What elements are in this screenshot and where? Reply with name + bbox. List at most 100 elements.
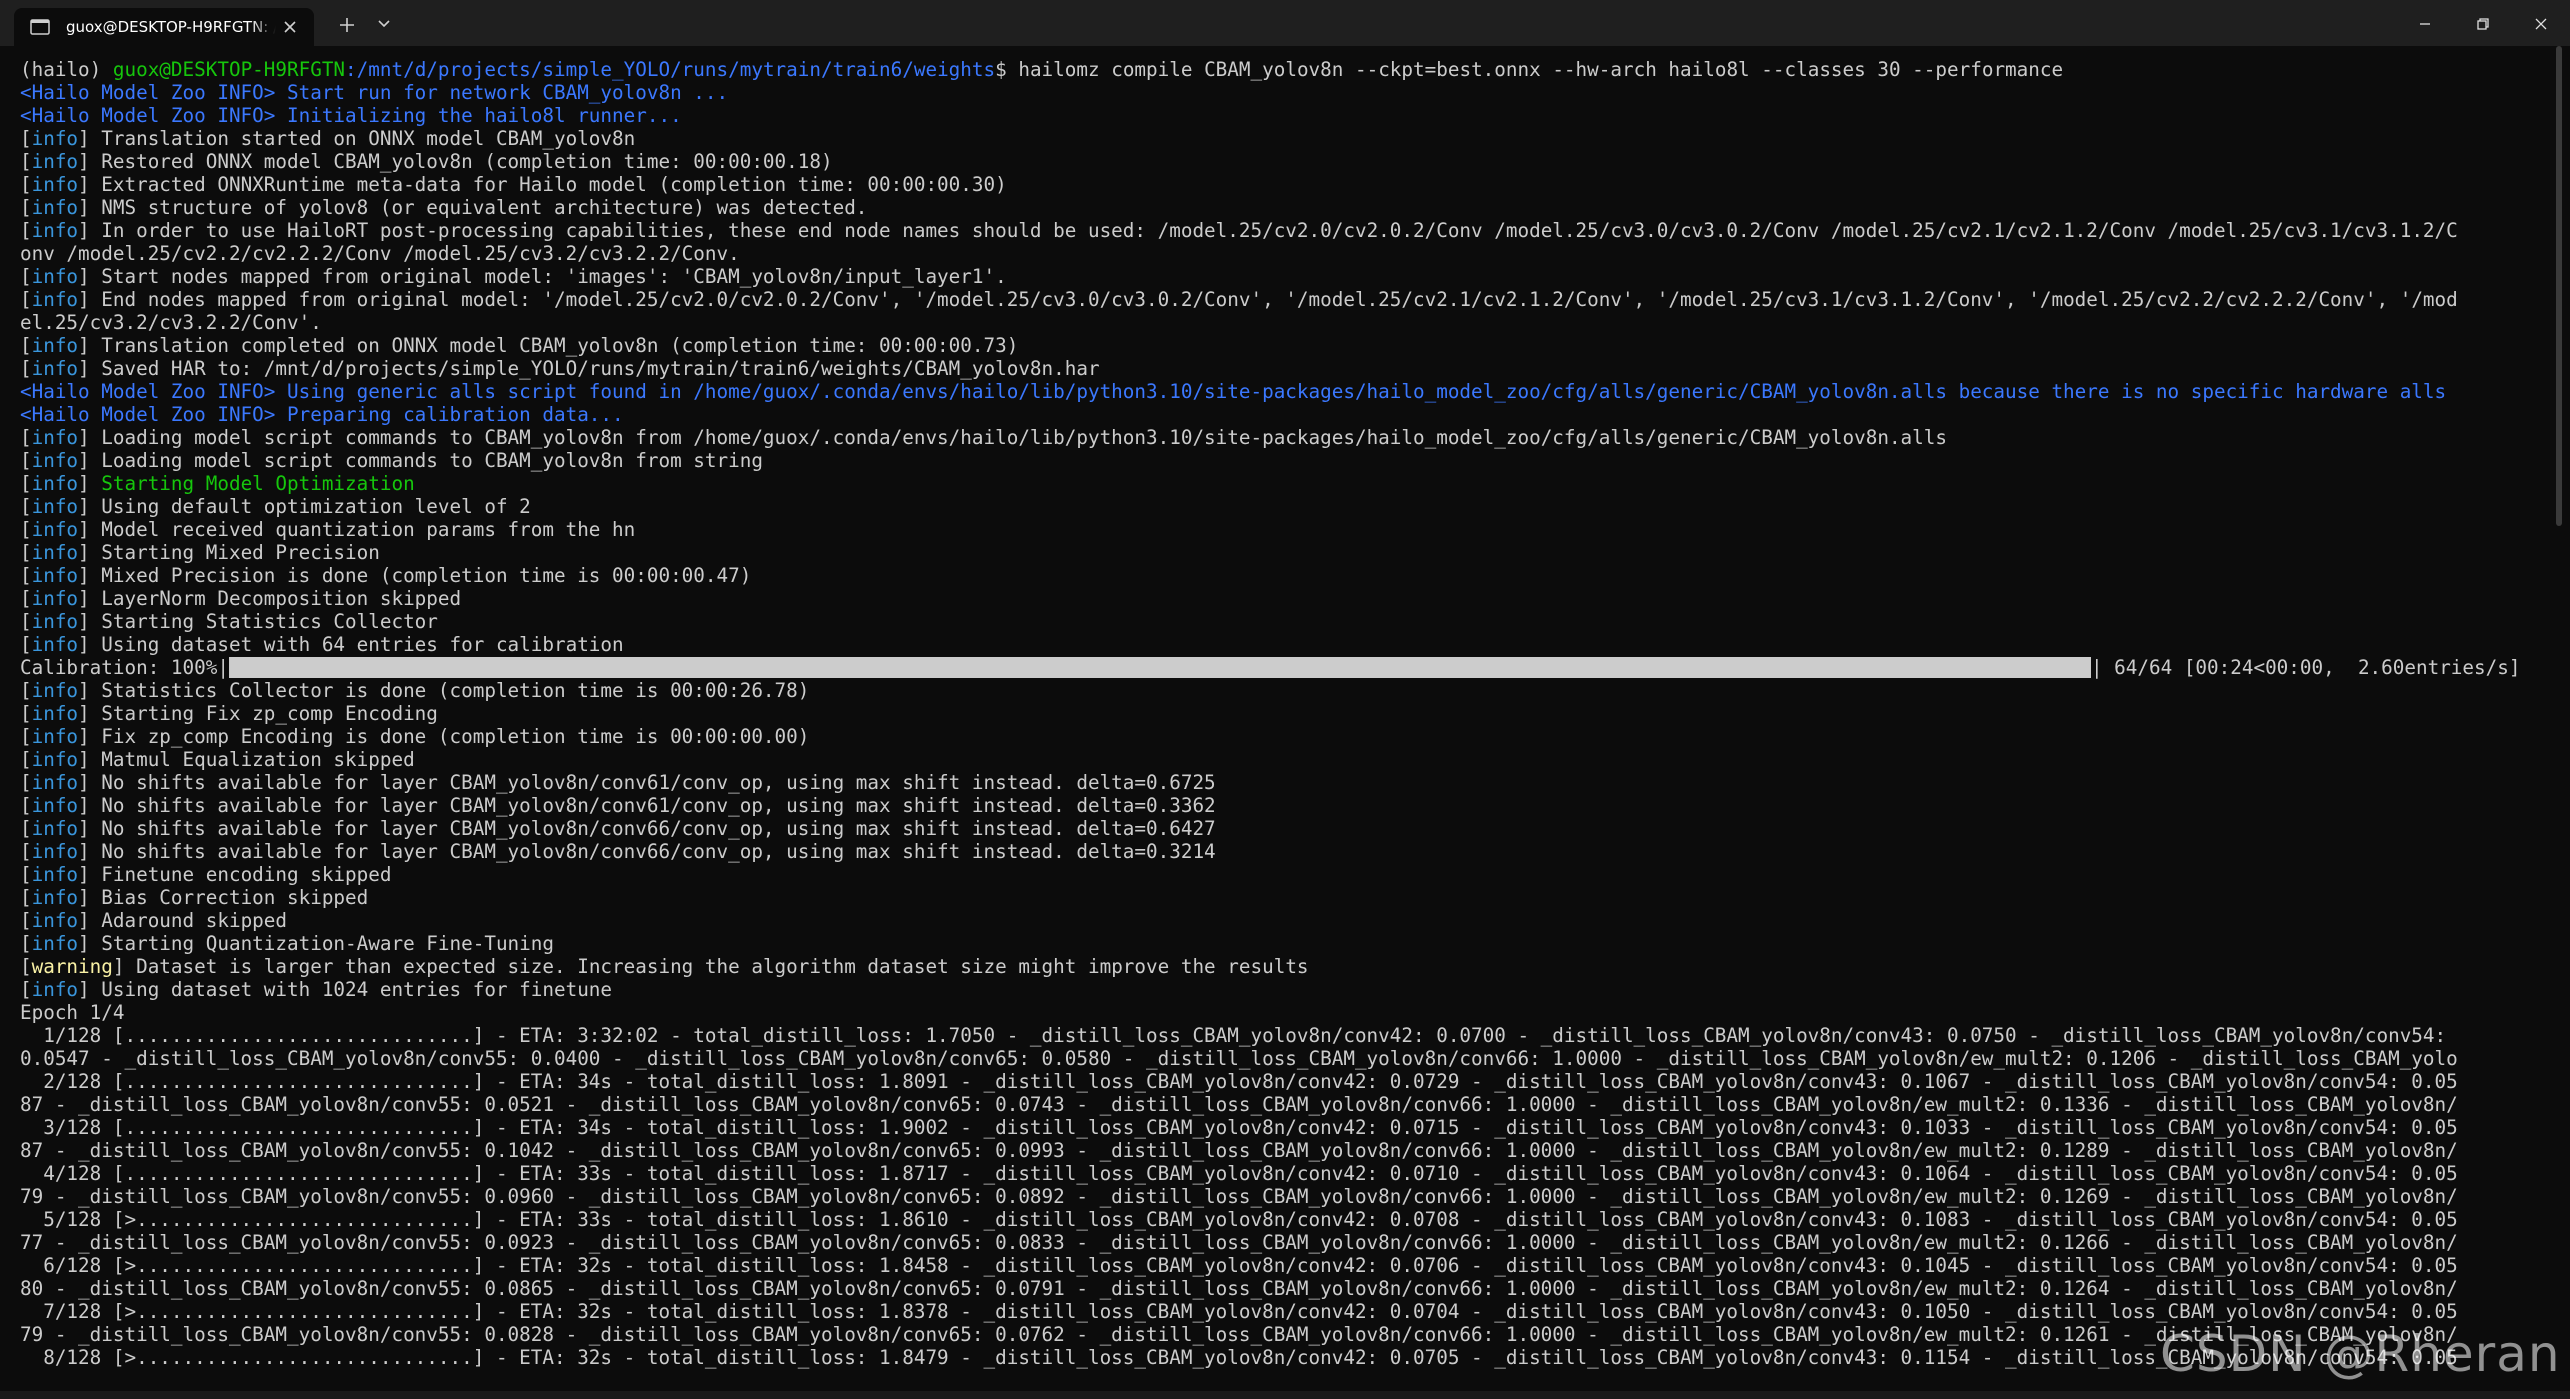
title-bar: guox@DESKTOP-H9RFGTN: /mnt/d/projects/si… — [0, 0, 2570, 46]
hailo-info-line: <Hailo Model Zoo INFO> Preparing calibra… — [20, 403, 2540, 426]
log-message: ] Statistics Collector is done (completi… — [78, 679, 810, 702]
info-log-line: [info] Model received quantization param… — [20, 518, 2540, 541]
output-line: 5/128 [>.............................] -… — [20, 1208, 2540, 1231]
terminal-icon — [30, 18, 52, 36]
output-text: el.25/cv3.2/cv3.2.2/Conv'. — [20, 311, 322, 334]
log-tag-bracket: [ — [20, 955, 32, 978]
terminal-output[interactable]: (hailo) guox@DESKTOP-H9RFGTN:/mnt/d/proj… — [0, 46, 2570, 1399]
log-message: ] Start nodes mapped from original model… — [78, 265, 1007, 288]
log-level-tag: info — [31, 771, 79, 794]
close-window-icon[interactable] — [2528, 11, 2554, 37]
log-tag-bracket: [ — [20, 334, 32, 357]
info-log-line: [info] Extracted ONNXRuntime meta-data f… — [20, 173, 2540, 196]
info-log-line: [info] End nodes mapped from original mo… — [20, 288, 2540, 311]
vertical-scrollbar[interactable] — [2556, 46, 2562, 526]
info-log-line: [info] Loading model script commands to … — [20, 426, 2540, 449]
log-message: ] Saved HAR to: /mnt/d/projects/simple_Y… — [78, 357, 1100, 380]
log-level-tag: info — [31, 909, 79, 932]
log-tag-bracket: [ — [20, 449, 32, 472]
log-level-tag: info — [31, 426, 79, 449]
info-log-line: [info] Using dataset with 1024 entries f… — [20, 978, 2540, 1001]
log-message: ] Model received quantization params fro… — [78, 518, 636, 541]
log-message: ] Using dataset with 64 entries for cali… — [78, 633, 624, 656]
info-log-line: [info] NMS structure of yolov8 (or equiv… — [20, 196, 2540, 219]
info-log-line: [info] Starting Model Optimization — [20, 472, 2540, 495]
log-tag-bracket: [ — [20, 610, 32, 633]
restore-icon[interactable] — [2470, 11, 2496, 37]
log-tag-bracket: [ — [20, 771, 32, 794]
log-level-tag: info — [31, 472, 79, 495]
info-log-line: [info] Translation started on ONNX model… — [20, 127, 2540, 150]
output-text: 3/128 [..............................] -… — [20, 1116, 2458, 1139]
log-message: ] Translation started on ONNX model CBAM… — [78, 127, 636, 150]
log-tag-bracket: [ — [20, 633, 32, 656]
log-tag-bracket: [ — [20, 978, 32, 1001]
log-level-tag: info — [31, 817, 79, 840]
log-level-tag: info — [31, 150, 79, 173]
output-text: 77 - _distill_loss_CBAM_yolov8n/conv55: … — [20, 1231, 2458, 1254]
info-log-line: [info] Matmul Equalization skipped — [20, 748, 2540, 771]
output-text: 8/128 [>.............................] -… — [20, 1346, 2458, 1369]
log-message: ] Mixed Precision is done (completion ti… — [78, 564, 752, 587]
log-message: ] LayerNorm Decomposition skipped — [78, 587, 462, 610]
log-message: ] Using dataset with 1024 entries for fi… — [78, 978, 613, 1001]
log-message: ] Matmul Equalization skipped — [78, 748, 415, 771]
log-tag-bracket: [ — [20, 840, 32, 863]
log-level-tag: info — [31, 840, 79, 863]
log-tag-bracket: [ — [20, 886, 32, 909]
log-tag-bracket: [ — [20, 265, 32, 288]
minimize-icon[interactable] — [2412, 11, 2438, 37]
calibration-progress-fill — [228, 657, 2091, 678]
hailo-info-line: <Hailo Model Zoo INFO> Start run for net… — [20, 81, 2540, 104]
log-message: ] Starting Mixed Precision — [78, 541, 380, 564]
log-tag-bracket: [ — [20, 909, 32, 932]
calibration-progress-line: Calibration: 100%| | 64/64 [00:24<00:00, … — [20, 656, 2540, 679]
info-log-line: [info] Loading model script commands to … — [20, 449, 2540, 472]
log-level-tag: info — [31, 495, 79, 518]
output-text: 4/128 [..............................] -… — [20, 1162, 2458, 1185]
log-message: ] Extracted ONNXRuntime meta-data for Ha… — [78, 173, 1007, 196]
log-tag-bracket: [ — [20, 564, 32, 587]
log-tag-bracket: [ — [20, 495, 32, 518]
output-text: 0.0547 - _distill_loss_CBAM_yolov8n/conv… — [20, 1047, 2458, 1070]
calibration-progress-bar — [228, 656, 2091, 679]
close-tab-icon[interactable] — [280, 17, 300, 37]
new-tab-plus-icon[interactable] — [336, 14, 358, 36]
info-log-line: [info] No shifts available for layer CBA… — [20, 817, 2540, 840]
log-message: ] No shifts available for layer CBAM_yol… — [78, 840, 1216, 863]
log-message: ] No shifts available for layer CBAM_yol… — [78, 794, 1216, 817]
chevron-down-icon[interactable] — [374, 16, 394, 32]
log-tag-bracket: [ — [20, 127, 32, 150]
log-message-highlight: Starting Model Optimization — [101, 472, 415, 495]
log-level-tag: info — [31, 127, 79, 150]
log-level-tag: info — [31, 794, 79, 817]
log-tag-bracket: [ — [20, 679, 32, 702]
info-log-line: [info] Saved HAR to: /mnt/d/projects/sim… — [20, 357, 2540, 380]
log-message: ] Starting Fix zp_comp Encoding — [78, 702, 438, 725]
log-level-tag: info — [31, 863, 79, 886]
log-message: ] Finetune encoding skipped — [78, 863, 392, 886]
log-tag-bracket: [ — [20, 196, 32, 219]
log-message: ] Dataset is larger than expected size. … — [112, 955, 1309, 978]
info-log-line: [info] Finetune encoding skipped — [20, 863, 2540, 886]
log-tag-bracket: [ — [20, 725, 32, 748]
log-message: ] Loading model script commands to CBAM_… — [78, 426, 1947, 449]
prompt-user: guox@DESKTOP-H9RFGTN — [112, 58, 346, 81]
output-line: 4/128 [..............................] -… — [20, 1162, 2540, 1185]
output-text: 79 - _distill_loss_CBAM_yolov8n/conv55: … — [20, 1185, 2458, 1208]
log-tag-bracket: [ — [20, 794, 32, 817]
log-level-tag: info — [31, 610, 79, 633]
log-tag-bracket: [ — [20, 932, 32, 955]
output-text: 1/128 [..............................] -… — [20, 1024, 2447, 1047]
output-text: onv /model.25/cv2.2/cv2.2.2/Conv /model.… — [20, 242, 740, 265]
log-message: ] Fix zp_comp Encoding is done (completi… — [78, 725, 810, 748]
log-level-tag: warning — [31, 955, 113, 978]
info-log-line: [info] Starting Quantization-Aware Fine-… — [20, 932, 2540, 955]
terminal-tab[interactable]: guox@DESKTOP-H9RFGTN: /mnt/d/projects/si… — [14, 8, 314, 46]
log-level-tag: info — [31, 725, 79, 748]
output-text: 80 - _distill_loss_CBAM_yolov8n/conv55: … — [20, 1277, 2458, 1300]
log-message: ] Loading model script commands to CBAM_… — [78, 449, 763, 472]
log-level-tag: info — [31, 886, 79, 909]
info-log-line: [info] Starting Mixed Precision — [20, 541, 2540, 564]
output-line: Epoch 1/4 — [20, 1001, 2540, 1024]
